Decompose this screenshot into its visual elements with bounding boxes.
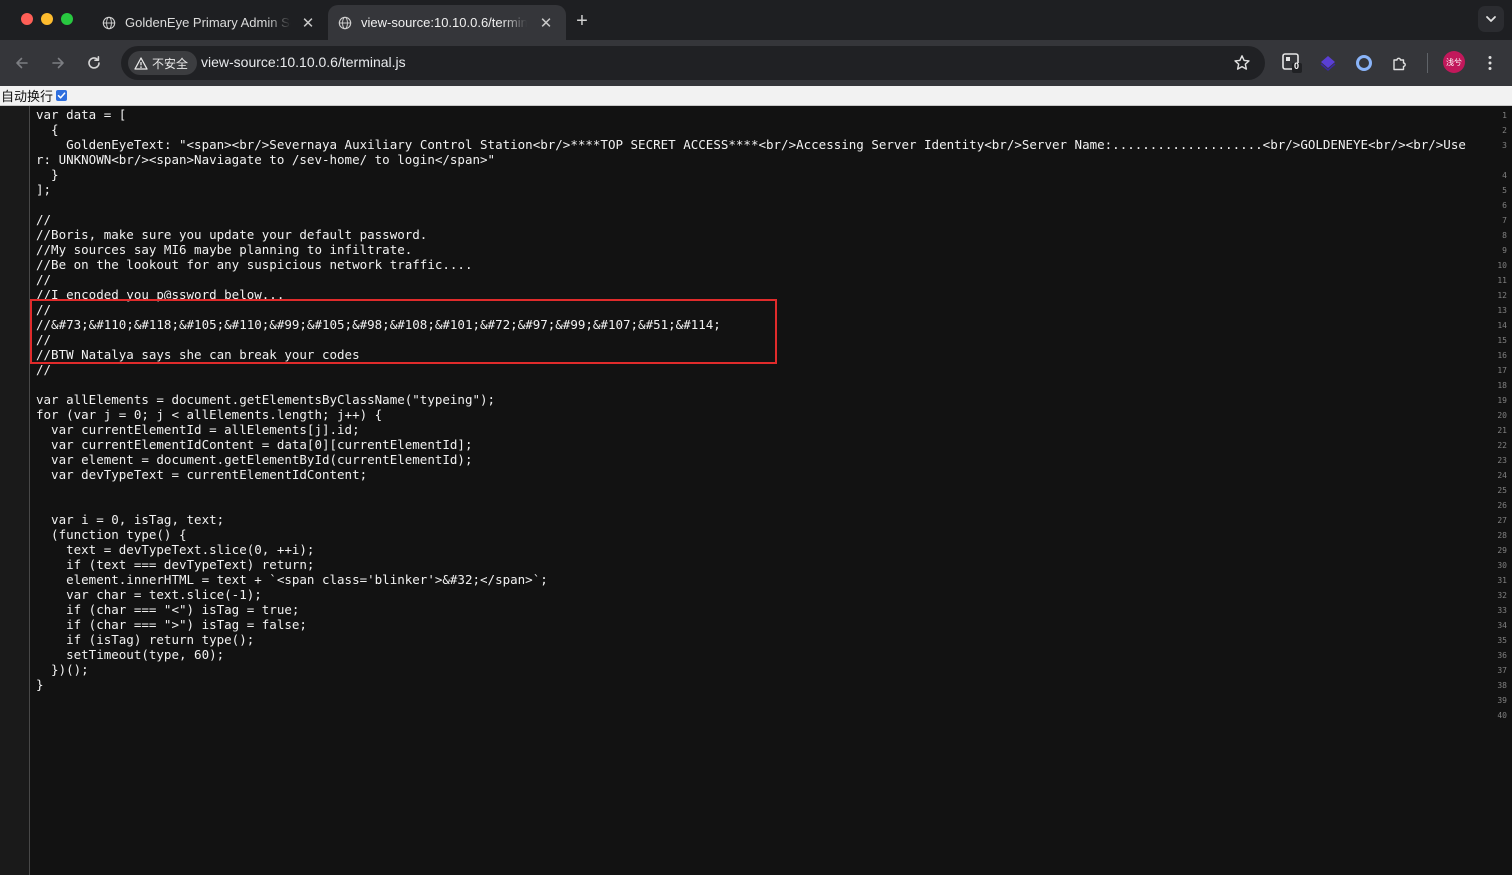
extension-button-3[interactable] xyxy=(1353,52,1375,74)
arrow-left-icon xyxy=(16,57,28,69)
check-icon xyxy=(57,92,66,99)
source-line: //Boris, make sure you update your defau… xyxy=(36,227,428,242)
extensions-menu-button[interactable] xyxy=(1389,52,1411,74)
source-line: if (char === "<") isTag = true; xyxy=(36,602,300,617)
tab-goldeneye-admin[interactable]: GoldenEye Primary Admin Server ✕ xyxy=(92,5,328,40)
new-tab-button[interactable]: + xyxy=(570,9,594,33)
tab-view-source[interactable]: view-source:10.10.0.6/terminal.js ✕ xyxy=(328,5,566,40)
source-line: } xyxy=(36,677,44,692)
line-wrap-checkbox[interactable] xyxy=(56,90,68,101)
source-line: ]; xyxy=(36,182,52,197)
source-line: if (char === ">") isTag = false; xyxy=(36,617,307,632)
back-button[interactable] xyxy=(11,52,33,74)
close-icon[interactable]: ✕ xyxy=(538,15,554,32)
browser-menu-button[interactable] xyxy=(1480,52,1500,74)
close-icon[interactable]: ✕ xyxy=(300,15,316,32)
line-number: 40 xyxy=(1497,711,1507,720)
chevron-down-icon xyxy=(1486,16,1496,22)
source-line: { xyxy=(36,122,59,137)
puzzle-icon xyxy=(1393,57,1406,71)
source-line: var element = document.getElementById(cu… xyxy=(36,452,473,467)
tab-title: view-source:10.10.0.6/terminal.js xyxy=(361,15,527,30)
line-number: 3 xyxy=(1502,141,1507,150)
line-number: 39 xyxy=(1497,696,1507,705)
source-line: var char = text.slice(-1); xyxy=(36,587,262,602)
line-wrap-label: 自动换行 xyxy=(1,89,54,104)
source-line: GoldenEyeText: "<span><br/>Severnaya Aux… xyxy=(36,137,1466,167)
source-line: text = devTypeText.slice(0, ++i); xyxy=(36,542,315,557)
source-line: var currentElementIdContent = data[0][cu… xyxy=(36,437,473,452)
extension-button-2[interactable] xyxy=(1317,52,1339,74)
extension-button-1[interactable]: 0 xyxy=(1281,52,1303,74)
layers-icon xyxy=(1320,56,1336,71)
address-bar[interactable]: 不安全 view-source:10.10.0.6/terminal.js xyxy=(121,46,1265,80)
browser-toolbar: 不安全 view-source:10.10.0.6/terminal.js 0 … xyxy=(0,40,1512,86)
line-wrap-bar: 自动换行 xyxy=(0,86,1512,106)
extension-badge-icon xyxy=(1282,53,1302,73)
tab-search-button[interactable] xyxy=(1478,6,1504,32)
source-line: //My sources say MI6 maybe planning to i… xyxy=(36,242,413,257)
star-icon[interactable] xyxy=(1233,54,1251,72)
line-number: 6 xyxy=(1502,201,1507,210)
source-line: var allElements = document.getElementsBy… xyxy=(36,392,496,407)
highlight-box xyxy=(30,299,777,364)
source-line: for (var j = 0; j < allElements.length; … xyxy=(36,407,383,422)
line-number: 25 xyxy=(1497,486,1507,495)
globe-icon xyxy=(338,16,352,29)
source-line: var currentElementId = allElements[j].id… xyxy=(36,422,360,437)
line-number: 26 xyxy=(1497,501,1507,510)
security-label: 不安全 xyxy=(152,56,189,71)
source-line: (function type() { xyxy=(36,527,187,542)
source-line: //Be on the lookout for any suspicious n… xyxy=(36,257,473,272)
source-line: if (isTag) return type(); xyxy=(36,632,255,647)
more-vertical-icon xyxy=(1488,56,1492,70)
line-number-gutter xyxy=(0,106,30,875)
warning-icon xyxy=(134,56,148,70)
source-line: })(); xyxy=(36,662,89,677)
source-line: // xyxy=(36,212,52,227)
source-line: if (text === devTypeText) return; xyxy=(36,557,315,572)
line-number: 18 xyxy=(1497,381,1507,390)
tab-title: GoldenEye Primary Admin Server xyxy=(125,15,291,30)
url-text[interactable]: view-source:10.10.0.6/terminal.js xyxy=(201,54,406,70)
tab-strip: GoldenEye Primary Admin Server ✕ view-so… xyxy=(0,0,1512,40)
reload-icon xyxy=(88,56,100,69)
forward-button[interactable] xyxy=(47,52,69,74)
source-line: } xyxy=(36,167,59,182)
reload-button[interactable] xyxy=(83,52,105,74)
source-line: var data = [ xyxy=(36,107,127,122)
security-indicator[interactable]: 不安全 xyxy=(128,51,198,75)
toolbar-divider xyxy=(1427,53,1428,73)
profile-avatar[interactable]: 浅兮 xyxy=(1443,51,1465,73)
source-line: var i = 0, isTag, text; xyxy=(36,512,225,527)
source-line: // xyxy=(36,272,52,287)
window-minimize-button[interactable] xyxy=(41,13,53,25)
source-line: element.innerHTML = text + `<span class=… xyxy=(36,572,548,587)
arrow-right-icon xyxy=(52,57,64,69)
source-line: var devTypeText = currentElementIdConten… xyxy=(36,467,368,482)
window-maximize-button[interactable] xyxy=(61,13,73,25)
circle-icon xyxy=(1356,55,1372,71)
window-close-button[interactable] xyxy=(21,13,33,25)
globe-icon xyxy=(102,16,116,29)
source-line: // xyxy=(36,362,52,377)
source-line: setTimeout(type, 60); xyxy=(36,647,225,662)
extension-badge-count: 0 xyxy=(1294,61,1300,71)
